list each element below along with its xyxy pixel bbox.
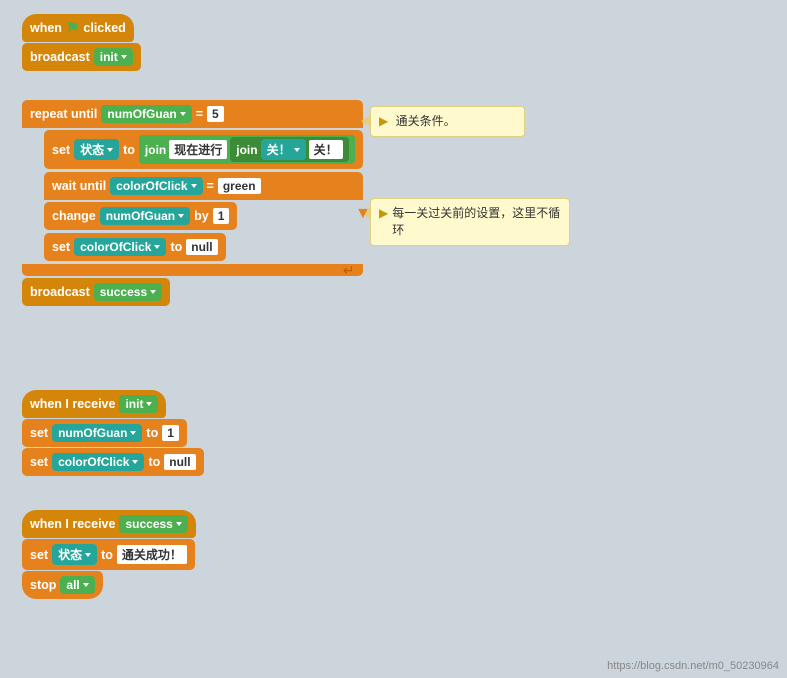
value-5[interactable]: 5 bbox=[207, 106, 224, 122]
set-colorOfClick-null-block[interactable]: set colorOfClick to null bbox=[44, 233, 226, 261]
broadcast-success-block[interactable]: broadcast success bbox=[22, 278, 170, 306]
colorOfClick-var[interactable]: colorOfClick bbox=[110, 177, 202, 195]
numOfGuan-var-g3[interactable]: numOfGuan bbox=[52, 424, 142, 442]
all-dropdown-icon bbox=[83, 583, 89, 587]
broadcast-success-dropdown-icon bbox=[150, 290, 156, 294]
state-var-g4[interactable]: 状态 bbox=[52, 544, 97, 565]
state-dropdown-icon bbox=[107, 148, 113, 152]
null-val-g3[interactable]: null bbox=[164, 454, 195, 470]
by-label: by bbox=[194, 209, 209, 223]
change-numOfGuan-block[interactable]: change numOfGuan by 1 bbox=[44, 202, 237, 230]
numOfGuan-dropdown-icon bbox=[294, 148, 300, 152]
set-numOfGuan-1-block[interactable]: set numOfGuan to 1 bbox=[22, 419, 187, 447]
group1-stack: when ⚑ clicked broadcast init bbox=[22, 14, 141, 72]
numOfGuan2-dropdown-icon bbox=[178, 214, 184, 218]
broadcast2-label: broadcast bbox=[30, 285, 90, 299]
green-value[interactable]: green bbox=[218, 178, 261, 194]
wait-until-header[interactable]: wait until colorOfClick = green bbox=[44, 172, 363, 200]
colorOfClick2-dropdown-icon bbox=[154, 245, 160, 249]
repeat-until-label: repeat until bbox=[30, 107, 97, 121]
numOfGuan-g3-dropdown-icon bbox=[130, 431, 136, 435]
init-dropdown-icon bbox=[146, 402, 152, 406]
when-receive-init-block[interactable]: when I receive init bbox=[22, 390, 166, 418]
join-block1[interactable]: join 现在进行 join 关！ 关！ bbox=[139, 135, 355, 164]
broadcast-success-value[interactable]: success bbox=[94, 283, 162, 301]
all-value[interactable]: all bbox=[60, 576, 94, 594]
numOfGuan-label: numOfGuan bbox=[107, 107, 176, 121]
when-label: when bbox=[30, 21, 62, 35]
set-state-win-block[interactable]: set 状态 to 通关成功！ bbox=[22, 539, 195, 570]
to1-label: to bbox=[146, 426, 158, 440]
colorOfClick-g3-dropdown-icon bbox=[132, 460, 138, 464]
set-label-g3b: set bbox=[30, 455, 48, 469]
stop-all-block[interactable]: stop all bbox=[22, 571, 103, 599]
to-label-g4: to bbox=[101, 548, 113, 562]
repeat-until-header[interactable]: repeat until numOfGuan = 5 bbox=[22, 100, 363, 128]
set-label: set bbox=[52, 143, 70, 157]
equals-sign: = bbox=[196, 107, 203, 121]
dropdown-icon bbox=[180, 112, 186, 116]
change-label: change bbox=[52, 209, 96, 223]
colorOfClick2-var[interactable]: colorOfClick bbox=[74, 238, 166, 256]
val-1[interactable]: 1 bbox=[162, 425, 179, 441]
set-label-g3a: set bbox=[30, 426, 48, 440]
annotation2-arrow: ▶ bbox=[379, 205, 388, 222]
numOfGuan-var2[interactable]: 关！ bbox=[261, 139, 306, 160]
annotation2-bubble: ▶ 每一关过关前的设置，这里不循环 bbox=[370, 198, 570, 246]
annotation1-text: 通关条件。 bbox=[396, 114, 456, 128]
colorOfClick-dropdown-icon bbox=[191, 184, 197, 188]
equals2-sign: = bbox=[207, 179, 214, 193]
annotation1-arrow: ▶ bbox=[379, 114, 388, 128]
wait-until-block: wait until colorOfClick = green bbox=[44, 172, 363, 200]
by-value[interactable]: 1 bbox=[213, 208, 230, 224]
when-flag-clicked-block[interactable]: when ⚑ clicked bbox=[22, 14, 134, 42]
to2-label-g3: to bbox=[148, 455, 160, 469]
numOfGuan-var3[interactable]: numOfGuan bbox=[100, 207, 190, 225]
annotation2-text: 每一关过关前的设置，这里不循环 bbox=[392, 205, 561, 239]
canvas: when ⚑ clicked broadcast init repeat unt… bbox=[0, 0, 787, 678]
annotation1-bubble: ▶ 通关条件。 bbox=[370, 106, 525, 137]
guan-suffix: 关！ bbox=[309, 140, 343, 159]
broadcast-init-block[interactable]: broadcast init bbox=[22, 43, 141, 71]
success-dropdown-icon bbox=[176, 522, 182, 526]
group2-stack: repeat until numOfGuan = 5 set 状态 to bbox=[22, 100, 363, 307]
annotation2-connector: ▼ bbox=[355, 205, 371, 223]
dropdown-arrow-icon bbox=[121, 55, 127, 59]
watermark: https://blog.csdn.net/m0_50230964 bbox=[607, 660, 779, 672]
success-value[interactable]: success bbox=[119, 515, 187, 533]
flag-icon: ⚑ bbox=[66, 19, 79, 37]
broadcast-label: broadcast bbox=[30, 50, 90, 64]
set2-label: set bbox=[52, 240, 70, 254]
state-var[interactable]: 状态 bbox=[74, 139, 119, 160]
when-receive-success-block[interactable]: when I receive success bbox=[22, 510, 196, 538]
set-label-g4: set bbox=[30, 548, 48, 562]
repeat-arrow-icon: ↵ bbox=[343, 262, 355, 279]
repeat-until-body: set 状态 to join 现在进行 join 关！ bbox=[44, 128, 363, 264]
to2-label: to bbox=[170, 240, 182, 254]
now-run-value: 现在进行 bbox=[169, 140, 227, 159]
null-value[interactable]: null bbox=[186, 239, 217, 255]
clicked-label: clicked bbox=[83, 21, 125, 35]
to-label: to bbox=[123, 143, 135, 157]
num-of-guan-condition[interactable]: numOfGuan bbox=[101, 105, 191, 123]
set-state-block[interactable]: set 状态 to join 现在进行 join 关！ bbox=[44, 130, 363, 169]
when-i-receive-label2: when I receive bbox=[30, 517, 115, 531]
wait-until-label: wait until bbox=[52, 179, 106, 193]
stop-label: stop bbox=[30, 578, 56, 592]
group3-stack: when I receive init set numOfGuan to 1 s… bbox=[22, 390, 204, 477]
state-g4-dropdown-icon bbox=[85, 553, 91, 557]
when-i-receive-label: when I receive bbox=[30, 397, 115, 411]
init-value[interactable]: init bbox=[119, 395, 158, 413]
colorOfClick-var-g3[interactable]: colorOfClick bbox=[52, 453, 144, 471]
group4-stack: when I receive success set 状态 to 通关成功！ s… bbox=[22, 510, 196, 600]
join-block2[interactable]: join 关！ 关！ bbox=[230, 137, 348, 162]
repeat-until-block: repeat until numOfGuan = 5 set 状态 to bbox=[22, 100, 363, 276]
set-colorOfClick-null2-block[interactable]: set colorOfClick to null bbox=[22, 448, 204, 476]
win-value[interactable]: 通关成功！ bbox=[117, 545, 187, 564]
repeat-until-footer: ↵ bbox=[22, 264, 363, 276]
broadcast-init-value[interactable]: init bbox=[94, 48, 133, 66]
